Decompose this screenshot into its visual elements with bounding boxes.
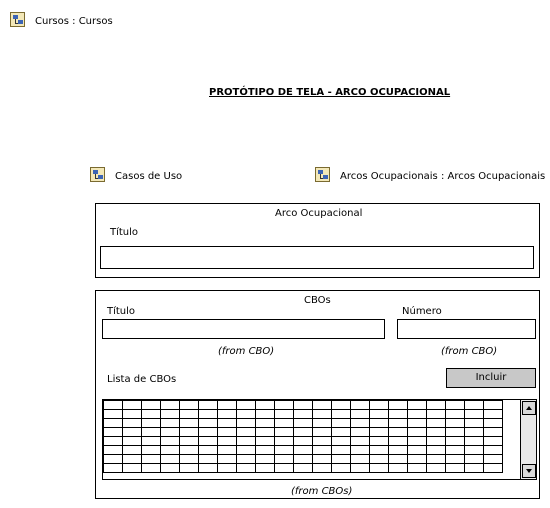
cbo-titulo-field[interactable] — [102, 319, 385, 339]
arcos-link[interactable]: Arcos Ocupacionais : Arcos Ocupacionais — [340, 171, 545, 182]
breadcrumb[interactable]: Cursos : Cursos — [35, 16, 113, 27]
include-button[interactable]: Incluir — [446, 368, 536, 388]
arco-panel-heading: Arco Ocupacional — [275, 208, 363, 219]
arcos-diagram-icon[interactable] — [315, 167, 330, 182]
table-row[interactable] — [103, 427, 503, 437]
table-row[interactable] — [103, 445, 503, 455]
breadcrumb-diagram-icon[interactable] — [10, 12, 25, 27]
cbo-titulo-label: Título — [107, 306, 136, 317]
table-row[interactable] — [103, 454, 503, 464]
cbo-list-label: Lista de CBOs — [107, 374, 177, 385]
cbos-panel-heading: CBOs — [304, 295, 331, 306]
table-row[interactable] — [103, 436, 503, 446]
use-cases-diagram-icon[interactable] — [90, 167, 105, 182]
cbo-list-scrollbar[interactable] — [520, 400, 536, 479]
scroll-up-arrow-icon[interactable] — [522, 401, 536, 415]
cbo-list-table — [103, 400, 503, 473]
table-row[interactable] — [103, 409, 503, 419]
scroll-down-arrow-icon[interactable] — [522, 464, 536, 478]
from-cbo-numero-note: (from CBO) — [441, 346, 498, 357]
arco-titulo-field[interactable] — [100, 246, 534, 269]
table-row[interactable] — [103, 400, 503, 410]
page-title: PROTÓTIPO DE TELA - ARCO OCUPACIONAL — [209, 87, 451, 98]
from-cbos-note: (from CBOs) — [291, 486, 353, 497]
table-row[interactable] — [103, 463, 503, 473]
use-cases-link[interactable]: Casos de Uso — [115, 171, 182, 182]
cbo-numero-field[interactable] — [397, 319, 536, 339]
cbo-list-grid[interactable] — [102, 399, 537, 480]
arco-titulo-label: Título — [110, 227, 139, 238]
cbo-numero-label: Número — [402, 306, 442, 317]
from-cbo-titulo-note: (from CBO) — [218, 346, 275, 357]
table-row[interactable] — [103, 418, 503, 428]
